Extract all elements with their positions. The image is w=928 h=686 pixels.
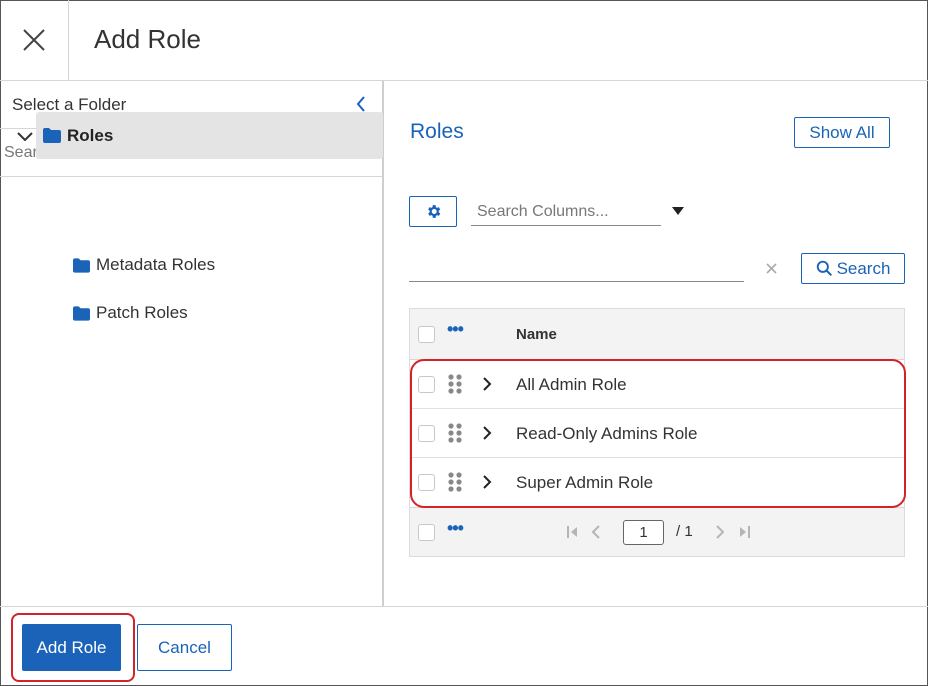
previous-page-button[interactable] bbox=[589, 524, 603, 540]
drag-handle-icon[interactable] bbox=[447, 472, 463, 492]
clear-icon bbox=[765, 262, 777, 274]
column-search-field bbox=[471, 198, 661, 226]
search-icon bbox=[816, 260, 832, 277]
row-checkbox[interactable] bbox=[418, 376, 435, 393]
chevron-right-icon bbox=[716, 525, 724, 539]
caret-down-icon bbox=[672, 207, 684, 215]
row-expand-button[interactable] bbox=[480, 473, 494, 491]
folder-icon bbox=[73, 305, 90, 321]
first-page-icon bbox=[566, 526, 577, 538]
more-options-icon[interactable]: ••• bbox=[447, 319, 464, 340]
chevron-right-icon bbox=[482, 426, 491, 440]
tree-expand-toggle[interactable] bbox=[16, 127, 34, 145]
search-button[interactable]: Search bbox=[801, 253, 905, 284]
grid-header: ••• Name bbox=[410, 309, 904, 360]
cancel-button[interactable]: Cancel bbox=[137, 624, 232, 671]
first-page-button[interactable] bbox=[565, 524, 579, 540]
chevron-right-icon bbox=[482, 377, 491, 391]
row-checkbox[interactable] bbox=[418, 474, 435, 491]
table-row[interactable]: Read-Only Admins Role bbox=[410, 409, 904, 458]
dialog-header: Add Role bbox=[0, 0, 928, 81]
row-name: All Admin Role bbox=[516, 375, 627, 394]
filter-field bbox=[409, 254, 744, 282]
show-all-button[interactable]: Show All bbox=[794, 117, 890, 148]
chevron-left-icon bbox=[592, 525, 600, 539]
chevron-down-icon bbox=[17, 132, 33, 141]
dialog-title: Add Role bbox=[94, 24, 201, 54]
close-button[interactable] bbox=[0, 0, 69, 80]
clear-filter-button[interactable] bbox=[762, 259, 780, 277]
column-search-input[interactable] bbox=[471, 198, 661, 225]
tree-item-roles[interactable]: Roles bbox=[36, 112, 383, 159]
tree-item-label: Metadata Roles bbox=[96, 255, 216, 274]
grid-pager: ••• / 1 bbox=[410, 507, 904, 556]
row-name: Super Admin Role bbox=[516, 473, 654, 492]
drag-handle-icon[interactable] bbox=[447, 423, 463, 443]
table-row[interactable]: Super Admin Role bbox=[410, 458, 904, 507]
filter-input[interactable] bbox=[409, 254, 744, 281]
last-page-button[interactable] bbox=[737, 524, 751, 540]
tree-item-label: Patch Roles bbox=[96, 303, 188, 322]
row-checkbox[interactable] bbox=[418, 425, 435, 442]
folder-panel: Select a Folder bbox=[0, 81, 384, 607]
table-row[interactable]: All Admin Role bbox=[410, 360, 904, 409]
page-number-input[interactable] bbox=[623, 520, 664, 545]
column-header-name[interactable]: Name bbox=[516, 326, 557, 343]
footer-checkbox[interactable] bbox=[418, 524, 435, 541]
more-options-icon[interactable]: ••• bbox=[447, 518, 464, 539]
close-icon bbox=[23, 29, 45, 51]
add-role-button[interactable]: Add Role bbox=[22, 624, 121, 671]
folder-icon bbox=[43, 128, 61, 143]
roles-grid: ••• Name All Admin Role Read-Only Admins… bbox=[409, 308, 905, 557]
search-button-label: Search bbox=[836, 258, 891, 278]
page-total: / 1 bbox=[676, 523, 693, 540]
gear-icon bbox=[427, 205, 440, 218]
column-dropdown-toggle[interactable] bbox=[670, 203, 686, 219]
folder-icon bbox=[73, 257, 90, 273]
drag-handle-icon[interactable] bbox=[447, 374, 463, 394]
tree-item-label: Roles bbox=[67, 125, 114, 145]
roles-title: Roles bbox=[410, 120, 464, 143]
last-page-icon bbox=[739, 526, 750, 538]
tree-item-metadata-roles[interactable]: Metadata Roles bbox=[73, 253, 215, 277]
row-name: Read-Only Admins Role bbox=[516, 424, 698, 443]
column-settings-button[interactable] bbox=[409, 196, 457, 227]
select-all-checkbox[interactable] bbox=[418, 326, 435, 343]
row-expand-button[interactable] bbox=[480, 375, 494, 393]
chevron-right-icon bbox=[482, 475, 491, 489]
chevron-left-icon bbox=[356, 96, 365, 112]
next-page-button[interactable] bbox=[713, 524, 727, 540]
tree-item-patch-roles[interactable]: Patch Roles bbox=[73, 301, 188, 325]
row-expand-button[interactable] bbox=[480, 424, 494, 442]
